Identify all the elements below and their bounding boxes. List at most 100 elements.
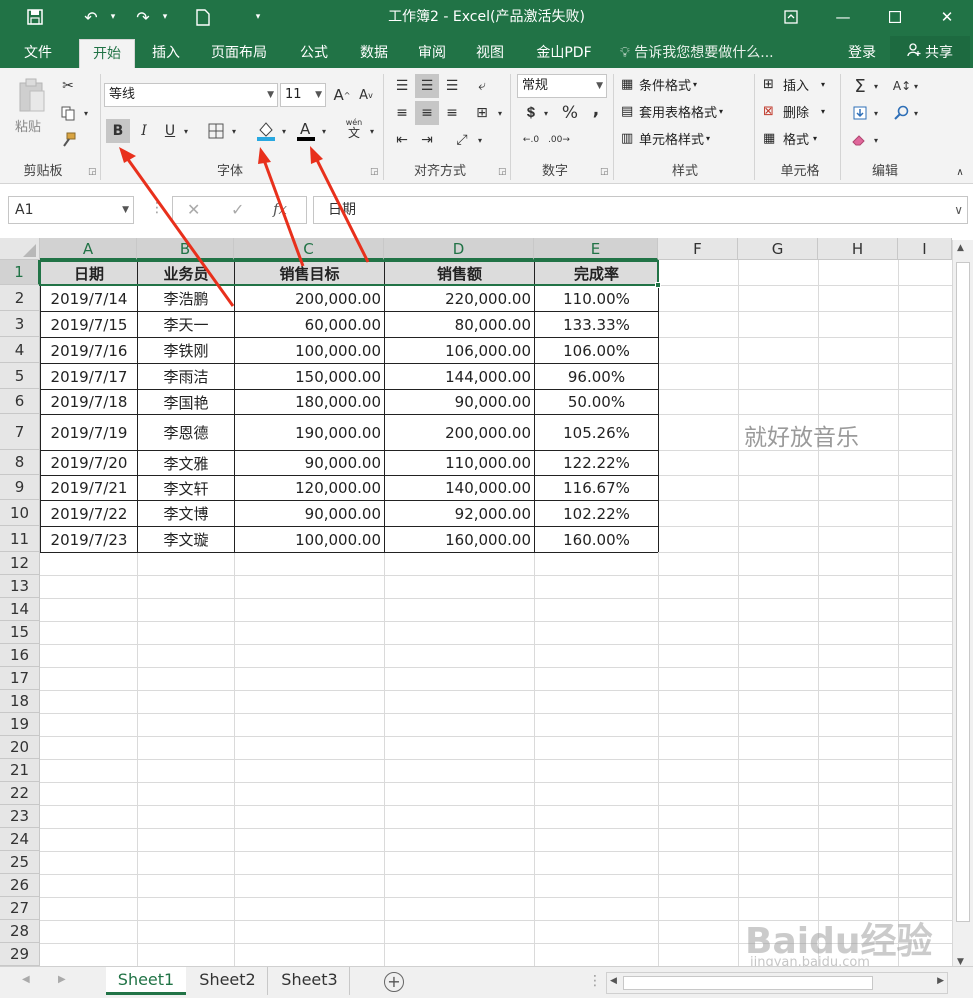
alignment-launcher-icon[interactable]: ◲ (498, 167, 507, 177)
tab-home[interactable]: 开始 (79, 39, 135, 68)
horizontal-scroll-thumb[interactable] (623, 976, 873, 990)
table-cell[interactable]: 李文轩 (138, 476, 234, 500)
row-header-16[interactable]: 16 (0, 644, 40, 667)
paste-icon[interactable] (14, 74, 50, 118)
row-header-17[interactable]: 17 (0, 667, 40, 690)
fill-icon[interactable] (848, 101, 872, 125)
table-cell[interactable]: 96.00% (535, 364, 658, 389)
row-header-10[interactable]: 10 (0, 500, 40, 526)
table-cell[interactable]: 李雨洁 (138, 364, 234, 389)
table-cell[interactable]: 200,000.00 (385, 415, 534, 450)
table-cell[interactable]: 50.00% (535, 390, 658, 414)
phonetic-guide-icon[interactable]: wén 文 (342, 116, 366, 140)
enter-icon[interactable]: ✓ (231, 200, 244, 219)
redo-icon[interactable]: ↷ (128, 0, 158, 34)
table-cell[interactable]: 2019/7/20 (41, 451, 137, 475)
table-header-cell[interactable]: 销售额 (385, 261, 534, 285)
fill-color-icon[interactable] (254, 119, 278, 143)
borders-dropdown-icon[interactable]: ▾ (228, 119, 240, 143)
close-icon[interactable]: ✕ (921, 0, 973, 34)
table-header-cell[interactable]: 日期 (41, 261, 137, 285)
scroll-left-icon[interactable]: ◀ (610, 976, 617, 986)
tab-kingsoft-pdf[interactable]: 金山PDF (524, 39, 604, 68)
table-cell[interactable]: 90,000.00 (385, 390, 534, 414)
table-cell[interactable]: 160.00% (535, 527, 658, 552)
table-cell[interactable]: 106.00% (535, 338, 658, 363)
table-cell[interactable]: 150,000.00 (235, 364, 384, 389)
table-cell[interactable]: 105.26% (535, 415, 658, 450)
row-header-18[interactable]: 18 (0, 690, 40, 713)
bold-button[interactable]: B (106, 119, 130, 143)
row-header-26[interactable]: 26 (0, 874, 40, 897)
clear-icon[interactable] (848, 128, 872, 152)
scroll-up-icon[interactable]: ▲ (957, 243, 964, 253)
align-center-icon[interactable]: ≡ (415, 101, 439, 125)
table-header-cell[interactable]: 销售目标 (235, 261, 384, 285)
column-header-e[interactable]: E (534, 238, 658, 260)
new-file-icon[interactable] (190, 0, 216, 34)
expand-formula-bar-icon[interactable]: ∨ (954, 197, 963, 223)
cell-styles-button[interactable]: ▥ 单元格样式 ▾ (621, 129, 710, 148)
number-launcher-icon[interactable]: ◲ (600, 167, 609, 177)
table-cell[interactable]: 200,000.00 (235, 286, 384, 311)
column-header-d[interactable]: D (384, 238, 534, 260)
table-cell[interactable]: 2019/7/17 (41, 364, 137, 389)
table-cell[interactable]: 180,000.00 (235, 390, 384, 414)
table-cell[interactable]: 110.00% (535, 286, 658, 311)
table-cell[interactable]: 106,000.00 (385, 338, 534, 363)
delete-cells-button[interactable]: ⊠ 删除 ▾ (763, 102, 825, 121)
percent-style-icon[interactable]: % (558, 101, 582, 125)
copy-dropdown-icon[interactable]: ▾ (80, 101, 92, 125)
row-header-14[interactable]: 14 (0, 598, 40, 621)
row-header-4[interactable]: 4 (0, 337, 40, 363)
italic-button[interactable]: I (132, 119, 156, 143)
column-header-h[interactable]: H (818, 238, 898, 260)
sheet-tab-sheet2[interactable]: Sheet2 (188, 967, 268, 995)
sign-in-link[interactable]: 登录 (848, 39, 876, 68)
table-cell[interactable]: 李浩鹏 (138, 286, 234, 311)
font-launcher-icon[interactable]: ◲ (370, 167, 379, 177)
table-cell[interactable]: 190,000.00 (235, 415, 384, 450)
table-cell[interactable]: 110,000.00 (385, 451, 534, 475)
tab-insert[interactable]: 插入 (140, 39, 192, 68)
borders-icon[interactable] (204, 119, 228, 143)
merge-dropdown-icon[interactable]: ▾ (494, 101, 506, 125)
tab-formulas[interactable]: 公式 (288, 39, 340, 68)
row-header-2[interactable]: 2 (0, 285, 40, 311)
table-cell[interactable]: 100,000.00 (235, 338, 384, 363)
font-color-icon[interactable]: A (294, 119, 318, 143)
column-header-g[interactable]: G (738, 238, 818, 260)
find-select-dropdown-icon[interactable]: ▾ (910, 101, 922, 125)
orientation-icon[interactable]: ⤢ (450, 128, 474, 152)
orientation-dropdown-icon[interactable]: ▾ (474, 128, 486, 152)
insert-cells-button[interactable]: ⊞ 插入 ▾ (763, 75, 825, 94)
table-cell[interactable]: 100,000.00 (235, 527, 384, 552)
row-header-24[interactable]: 24 (0, 828, 40, 851)
shrink-font-icon[interactable]: Av (354, 83, 378, 107)
row-header-25[interactable]: 25 (0, 851, 40, 874)
save-icon[interactable] (22, 0, 48, 34)
row-header-22[interactable]: 22 (0, 782, 40, 805)
table-cell[interactable]: 92,000.00 (385, 501, 534, 526)
table-cell[interactable]: 李文雅 (138, 451, 234, 475)
increase-indent-icon[interactable]: ⇥ (415, 128, 439, 152)
underline-dropdown-icon[interactable]: ▾ (180, 119, 192, 143)
table-cell[interactable]: 220,000.00 (385, 286, 534, 311)
table-cell[interactable]: 2019/7/21 (41, 476, 137, 500)
insert-function-icon[interactable]: fx (273, 200, 287, 218)
row-header-8[interactable]: 8 (0, 450, 40, 475)
sheet-tab-sheet3[interactable]: Sheet3 (270, 967, 350, 995)
table-cell[interactable]: 140,000.00 (385, 476, 534, 500)
paste-label[interactable]: 粘贴 (15, 116, 41, 135)
table-cell[interactable]: 李文博 (138, 501, 234, 526)
underline-button[interactable]: U (158, 119, 182, 143)
column-header-f[interactable]: F (658, 238, 738, 260)
increase-decimal-icon[interactable]: ←.0 (519, 128, 543, 152)
name-box[interactable]: A1 ▼ (8, 196, 134, 224)
column-header-c[interactable]: C (234, 238, 384, 260)
row-header-7[interactable]: 7 (0, 414, 40, 450)
vertical-scrollbar[interactable]: ▲ ▼ (952, 240, 973, 970)
customize-quick-access-icon[interactable]: ▾ (250, 0, 266, 34)
undo-dropdown-icon[interactable]: ▾ (106, 0, 120, 34)
ribbon-display-options-icon[interactable] (765, 0, 817, 34)
